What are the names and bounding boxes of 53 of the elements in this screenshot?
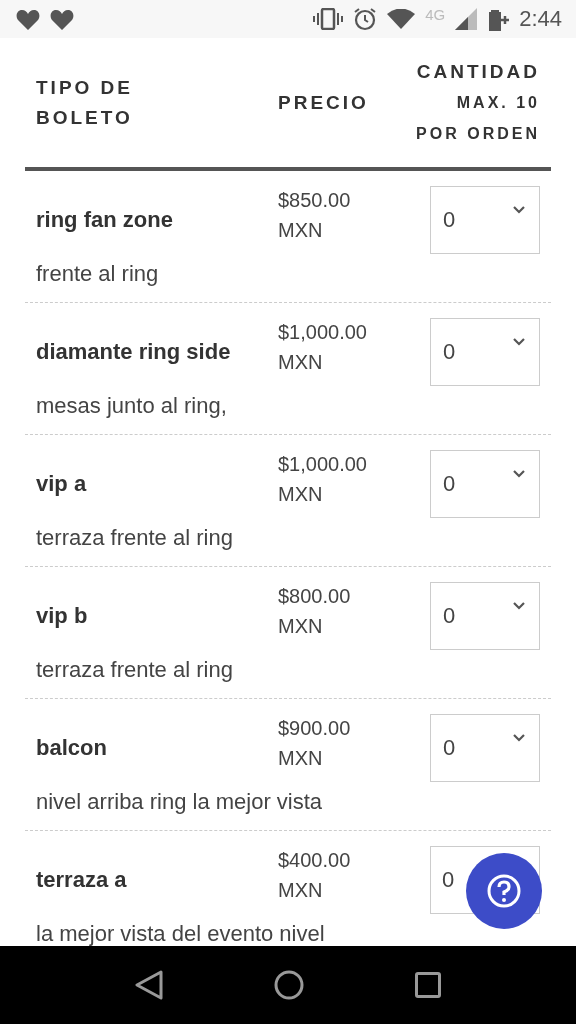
battery-icon bbox=[487, 7, 510, 31]
ticket-name: vip b bbox=[36, 603, 89, 629]
wifi-icon bbox=[387, 9, 416, 29]
alarm-icon bbox=[353, 7, 378, 31]
signal-icon bbox=[455, 8, 478, 30]
ticket-price: $400.00 bbox=[278, 848, 352, 873]
quantity-select[interactable]: 0 bbox=[430, 714, 540, 782]
ticket-price: $800.00 bbox=[278, 584, 352, 609]
ticket-description: frente al ring bbox=[36, 260, 160, 288]
currency-label: MXN bbox=[278, 746, 324, 771]
currency-label: MXN bbox=[278, 218, 324, 243]
back-icon[interactable] bbox=[135, 970, 164, 1000]
chevron-icon bbox=[513, 602, 525, 610]
question-icon bbox=[487, 874, 521, 908]
chevron-icon bbox=[513, 734, 525, 742]
network-type: 4G bbox=[425, 5, 446, 23]
column-subheader: POR ORDEN bbox=[416, 124, 540, 144]
column-header: PRECIO bbox=[278, 90, 370, 115]
chevron-icon bbox=[513, 338, 525, 346]
ticket-name: balcon bbox=[36, 735, 108, 761]
ticket-name: ring fan zone bbox=[36, 207, 174, 233]
clock-time: 2:44 bbox=[519, 6, 562, 32]
quantity-select[interactable]: 0 bbox=[430, 186, 540, 254]
heart-icon bbox=[50, 8, 74, 30]
ticket-price: $1,000.00 bbox=[278, 452, 368, 477]
recents-icon[interactable] bbox=[414, 972, 441, 998]
column-subheader: MAX. 10 bbox=[456, 93, 540, 113]
ticket-price: $900.00 bbox=[278, 716, 352, 741]
ticket-description: la mejor vista del evento nivel bbox=[36, 920, 326, 946]
heart-icon bbox=[16, 8, 40, 30]
ticket-description: mesas junto al ring, bbox=[36, 392, 228, 420]
chevron-icon bbox=[513, 470, 525, 478]
column-header: TIPO DE bbox=[36, 75, 133, 100]
ticket-name: vip a bbox=[36, 471, 88, 497]
currency-label: MXN bbox=[278, 350, 324, 375]
ticket-description: terraza frente al ring bbox=[36, 524, 234, 552]
quantity-select[interactable]: 0 bbox=[430, 582, 540, 650]
ticket-description: terraza frente al ring bbox=[36, 656, 234, 684]
chevron-icon bbox=[513, 206, 525, 214]
ticket-price: $1,000.00 bbox=[278, 320, 368, 345]
currency-label: MXN bbox=[278, 482, 324, 507]
home-icon[interactable] bbox=[274, 970, 304, 1000]
quantity-select[interactable]: 0 bbox=[430, 318, 540, 386]
column-header: CANTIDAD bbox=[416, 60, 540, 84]
ticket-description: nivel arriba ring la mejor vista bbox=[36, 788, 324, 816]
ticket-price: $850.00 bbox=[278, 188, 352, 213]
ticket-name: terraza a bbox=[36, 867, 128, 893]
currency-label: MXN bbox=[278, 878, 324, 903]
vibrate-icon bbox=[313, 8, 344, 30]
quantity-select[interactable]: 0 bbox=[430, 450, 540, 518]
column-header: BOLETO bbox=[36, 105, 133, 130]
currency-label: MXN bbox=[278, 614, 324, 639]
ticket-name: diamante ring side bbox=[36, 339, 232, 365]
